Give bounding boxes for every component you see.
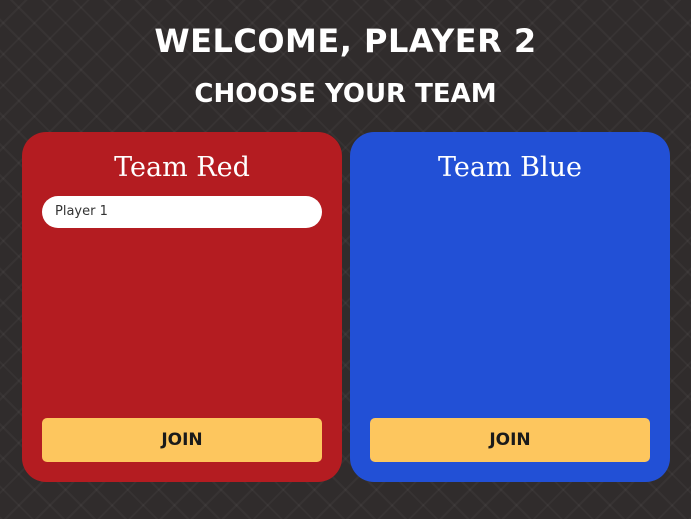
player-list-item: Player 1	[42, 196, 322, 228]
team-blue-title: Team Blue	[437, 152, 583, 183]
team-red-player-list: Player 1	[42, 196, 322, 228]
team-blue-panel: Team Blue Join	[350, 132, 670, 482]
team-red-panel: Team Red Player 1 Join	[22, 132, 342, 482]
welcome-heading: Welcome, Player 2	[154, 22, 537, 60]
join-team-blue-button[interactable]: Join	[370, 418, 650, 462]
choose-team-heading: Choose your team	[194, 79, 497, 109]
join-team-red-button[interactable]: Join	[42, 418, 322, 462]
team-red-title: Team Red	[114, 152, 250, 183]
